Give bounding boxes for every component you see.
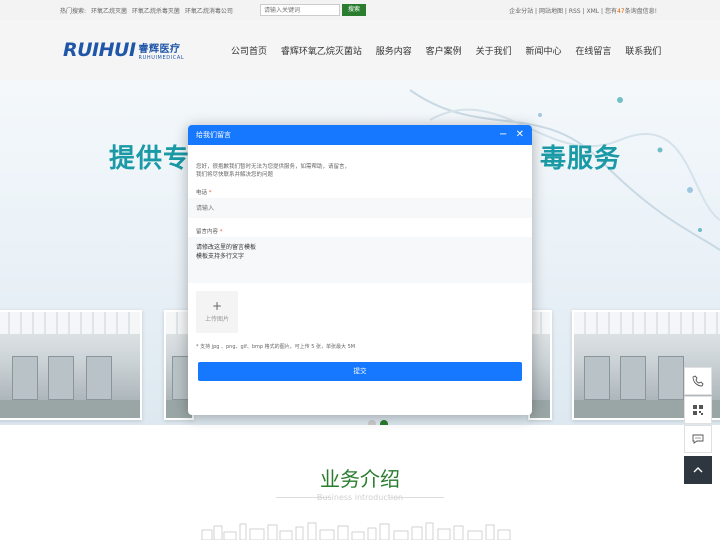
message-line: 请修改这里的留言模板 [196,244,257,251]
back-to-top-button[interactable] [684,456,712,484]
upload-hint: * 支持 jpg 、png、gif、bmp 格式的图片，可上传 5 张，单张最大… [196,344,356,350]
required-mark: * [219,229,223,235]
close-icon[interactable]: ✕ [516,129,524,140]
hot-search-term[interactable]: 环氧乙烷消毒公司 [185,8,233,15]
nav-sterilization-station[interactable]: 睿辉环氧乙烷灭菌站 [281,47,362,57]
top-links: 企业分站 | 网站地图 | RSS | XML | 您有47条询盘信息! [509,8,657,15]
chevron-up-icon [693,467,703,473]
section-subtitle: Business introduction [316,493,404,502]
side-chat-button[interactable] [684,425,712,453]
message-label-text: 留言内容 [196,229,219,235]
site-header: RUIHUI 睿辉医疗 RUHUIMEDICAL 公司首页 睿辉环氧乙烷灭菌站 … [0,20,720,80]
hot-search-term[interactable]: 环氧乙烷灭菌 [91,8,127,15]
chat-icon [692,434,704,444]
factory-photo [0,310,142,420]
notice-suffix: 条询盘信息! [624,8,657,15]
nav-services[interactable]: 服务内容 [376,47,412,57]
logo[interactable]: RUIHUI 睿辉医疗 RUHUIMEDICAL [63,38,184,62]
section-title: 业务介绍 [320,467,400,491]
slogan-right: 毒服务 [540,144,622,174]
nav-message[interactable]: 在线留言 [575,47,611,57]
plus-icon: + [211,299,223,313]
qrcode-icon [693,405,703,415]
logo-mark: RUIHUI [63,39,136,61]
message-textarea[interactable]: 请修改这里的留言模板 模板支持多行文字 [188,237,532,283]
side-qrcode-button[interactable] [684,396,712,424]
intro-line: 您好，很抱歉我们暂时无法为您提供服务，如需帮助，请留言， [196,164,351,170]
city-skyline [201,522,511,540]
phone-label-text: 电话 [196,190,208,196]
inquiry-notice[interactable]: 您有47条询盘信息! [605,8,657,15]
submit-button[interactable]: 提交 [198,362,522,381]
divider [389,497,444,498]
dialog-title: 给我们留言 [196,131,231,139]
logo-en: RUHUIMEDICAL [138,54,185,61]
minimize-icon[interactable]: − [499,129,507,140]
search-input[interactable] [260,4,340,16]
logo-text: 睿辉医疗 RUHUIMEDICAL [139,40,185,61]
message-label: 留言内容 * [196,227,223,235]
nav-contact[interactable]: 联系我们 [625,47,661,57]
side-phone-button[interactable] [684,367,712,395]
hot-search-label: 热门搜索: [60,8,87,15]
notice-prefix: 您有 [604,8,617,15]
link-rss[interactable]: RSS [569,8,581,15]
required-mark: * [208,190,212,196]
dialog-intro: 您好，很抱歉我们暂时无法为您提供服务，如需帮助，请留言， 我们将尽快联系并解决您… [196,163,350,179]
slogan-left: 提供专 [109,144,191,174]
upload-image-button[interactable]: + 上传图片 [196,291,238,333]
intro-line: 我们将尽快联系并解决您的问题 [196,172,274,178]
link-substation[interactable]: 企业分站 [509,8,533,15]
hot-search-term[interactable]: 环氧乙烷杀毒灭菌 [132,8,180,15]
message-line: 模板支持多行文字 [196,253,245,260]
link-sitemap[interactable]: 网站地图 [539,8,563,15]
phone-icon [692,375,704,387]
link-xml[interactable]: XML [586,8,599,15]
main-nav: 公司首页 睿辉环氧乙烷灭菌站 服务内容 客户案例 关于我们 新闻中心 在线留言 … [231,44,672,57]
phone-field[interactable] [188,198,532,218]
logo-cn: 睿辉医疗 [138,43,181,55]
business-section: 业务介绍 Business introduction [0,425,720,540]
phone-label: 电话 * [196,188,212,196]
search-button[interactable]: 搜索 [342,4,366,16]
nav-about[interactable]: 关于我们 [476,47,512,57]
hot-search: 热门搜索: 环氧乙烷灭菌 环氧乙烷杀毒灭菌 环氧乙烷消毒公司 [60,6,236,15]
top-bar: 热门搜索: 环氧乙烷灭菌 环氧乙烷杀毒灭菌 环氧乙烷消毒公司 搜索 企业分站 |… [0,0,720,20]
upload-label: 上传图片 [204,316,229,323]
nav-news[interactable]: 新闻中心 [525,47,561,57]
dialog-controls: − ✕ [494,125,524,145]
notice-count: 47 [616,8,625,15]
dialog-header: 给我们留言 − ✕ [188,125,532,145]
nav-cases[interactable]: 客户案例 [426,47,462,57]
message-dialog: 给我们留言 − ✕ 您好，很抱歉我们暂时无法为您提供服务，如需帮助，请留言， 我… [188,125,532,415]
nav-home[interactable]: 公司首页 [231,47,267,57]
